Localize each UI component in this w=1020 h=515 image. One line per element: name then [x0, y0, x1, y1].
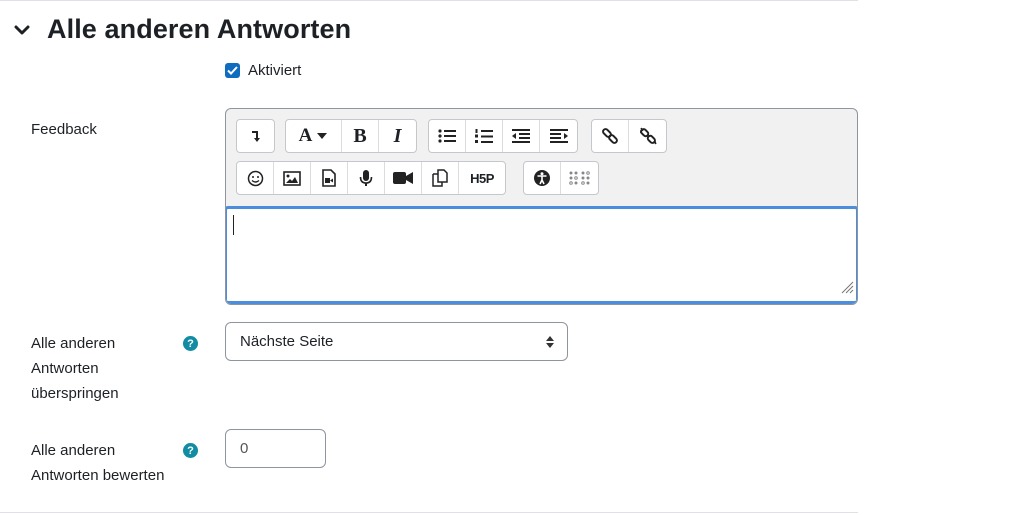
record-audio-icon[interactable] — [348, 162, 385, 194]
bold-icon[interactable]: B — [342, 120, 379, 152]
unordered-list-icon[interactable] — [429, 120, 466, 152]
bottom-divider — [0, 512, 858, 513]
skip-select-value: Nächste Seite — [240, 333, 334, 350]
toolbar-group-insert: H5P — [236, 161, 506, 195]
link-icon[interactable] — [592, 120, 629, 152]
score-label: Alle anderen Antworten bewerten — [31, 438, 164, 488]
unlink-icon[interactable] — [629, 120, 666, 152]
skip-select[interactable]: Nächste Seite — [225, 322, 568, 361]
feedback-editor: A B I H5P — [225, 108, 858, 305]
manage-files-icon[interactable] — [422, 162, 459, 194]
toolbar-group-lists — [428, 119, 578, 153]
accessibility-checker-icon[interactable] — [524, 162, 561, 194]
italic-icon[interactable]: I — [379, 120, 416, 152]
feedback-label: Feedback — [31, 121, 97, 138]
toolbar-group-format: A B I — [285, 119, 417, 153]
text-caret — [233, 215, 234, 235]
toolbar-group-links — [591, 119, 667, 153]
enabled-label: Aktiviert — [248, 62, 302, 79]
enabled-checkbox-row[interactable]: Aktiviert — [225, 62, 301, 79]
chevron-down-icon[interactable] — [12, 20, 32, 40]
screenreader-helper-icon[interactable] — [561, 162, 598, 194]
h5p-glyph: H5P — [470, 170, 494, 186]
record-video-icon[interactable] — [385, 162, 422, 194]
section-header[interactable]: Alle anderen Antworten — [12, 14, 351, 45]
resize-handle-icon[interactable] — [840, 280, 854, 299]
indent-icon[interactable] — [540, 120, 577, 152]
score-label-line-2: Antworten bewerten — [31, 467, 165, 484]
outdent-icon[interactable] — [503, 120, 540, 152]
enabled-checkbox[interactable] — [225, 63, 240, 78]
skip-label-line-1: Alle anderen — [31, 335, 116, 352]
toolbar-group-more — [236, 119, 275, 153]
media-icon[interactable] — [311, 162, 348, 194]
font-glyph: A — [298, 125, 313, 146]
h5p-icon[interactable]: H5P — [459, 162, 505, 194]
skip-label-line-2: Antworten — [31, 360, 99, 377]
skip-label: Alle anderen Antworten überspringen — [31, 331, 119, 406]
select-arrows-icon — [545, 335, 555, 353]
bold-glyph: B — [353, 124, 367, 147]
toolbar-group-accessibility — [523, 161, 599, 195]
score-help-icon[interactable]: ? — [183, 443, 198, 458]
emoji-icon[interactable] — [237, 162, 274, 194]
score-input-value: 0 — [240, 440, 249, 457]
skip-label-line-3: überspringen — [31, 385, 119, 402]
score-label-line-1: Alle anderen — [31, 442, 116, 459]
top-divider — [0, 0, 858, 1]
section-title: Alle anderen Antworten — [47, 14, 352, 44]
skip-help-icon[interactable]: ? — [183, 336, 198, 351]
italic-glyph: I — [393, 124, 402, 147]
score-input[interactable]: 0 — [225, 429, 326, 468]
font-color-icon[interactable]: A — [286, 120, 342, 152]
image-icon[interactable] — [274, 162, 311, 194]
show-more-icon[interactable] — [237, 120, 274, 152]
feedback-textarea[interactable] — [226, 206, 857, 304]
ordered-list-icon[interactable] — [466, 120, 503, 152]
